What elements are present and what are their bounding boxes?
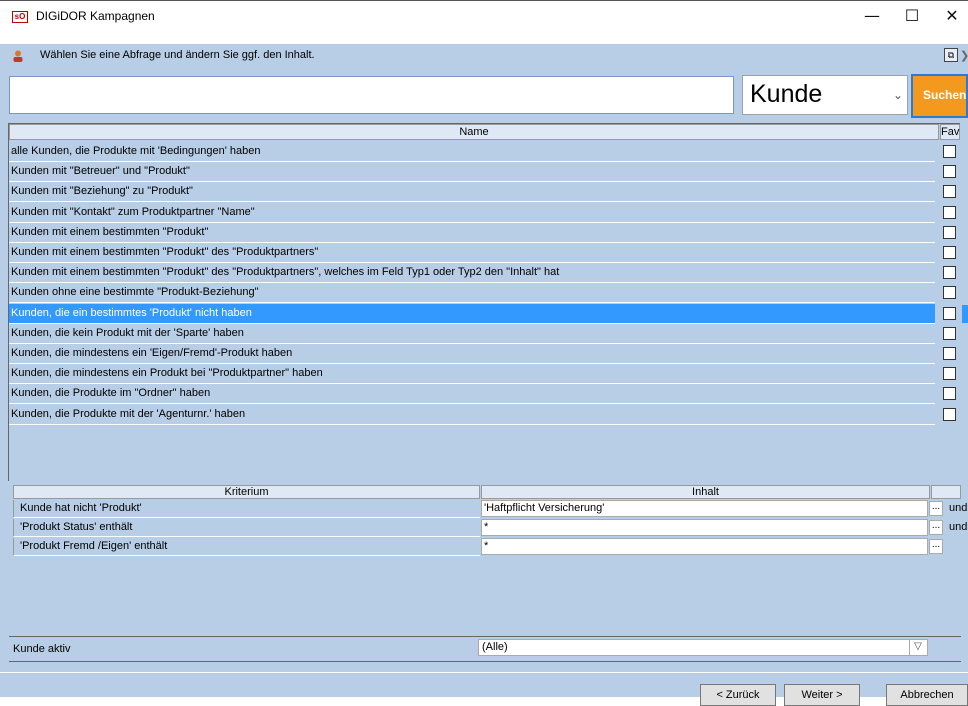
favorite-checkbox[interactable]: [943, 347, 956, 360]
window-title: DIGiDOR Kampagnen: [36, 9, 155, 23]
cancel-button[interactable]: Abbrechen: [886, 684, 968, 706]
favorite-checkbox[interactable]: [943, 408, 956, 421]
criterion-label: 'Produkt Fremd /Eigen' enthält: [13, 538, 480, 556]
chevron-down-icon[interactable]: ▽: [909, 640, 926, 655]
query-row[interactable]: alle Kunden, die Produkte mit 'Bedingung…: [9, 142, 935, 162]
close-button[interactable]: ✕: [932, 4, 968, 28]
criterion-value-input[interactable]: 'Haftpflicht Versicherung': [481, 500, 928, 517]
favorite-checkbox[interactable]: [943, 327, 956, 340]
filter-label: Kunde aktiv: [13, 643, 71, 655]
favorite-checkbox[interactable]: [943, 246, 956, 259]
user-icon: [12, 50, 24, 62]
favorite-checkbox[interactable]: [943, 286, 956, 299]
browse-button[interactable]: ...: [929, 539, 943, 554]
copy-icon[interactable]: ⧉: [944, 48, 958, 62]
query-row[interactable]: Kunden, die ein bestimmtes 'Produkt' nic…: [9, 304, 935, 324]
favorite-checkbox[interactable]: [943, 307, 956, 320]
query-row[interactable]: Kunden, die Produkte mit der 'Agenturnr.…: [9, 405, 935, 425]
chevron-down-icon[interactable]: ⌄: [893, 88, 903, 102]
column-header-kriterium[interactable]: Kriterium: [13, 485, 480, 499]
search-button[interactable]: Suchen: [911, 74, 968, 118]
collapse-icon[interactable]: ❯: [960, 49, 968, 62]
search-input[interactable]: [9, 76, 734, 114]
query-row[interactable]: Kunden, die kein Produkt mit der 'Sparte…: [9, 324, 935, 344]
favorite-checkbox[interactable]: [943, 206, 956, 219]
criterion-value-input[interactable]: *: [481, 538, 928, 555]
favorite-checkbox[interactable]: [943, 185, 956, 198]
query-row[interactable]: Kunden ohne eine bestimmte "Produkt-Bezi…: [9, 283, 935, 303]
query-row[interactable]: Kunden, die mindestens ein 'Eigen/Fremd'…: [9, 344, 935, 364]
criterion-label: Kunde hat nicht 'Produkt': [13, 500, 480, 518]
favorite-checkbox[interactable]: [943, 145, 956, 158]
filter-select[interactable]: (Alle): [478, 639, 928, 656]
footer-divider: [0, 672, 968, 673]
criterion-label: 'Produkt Status' enthält: [13, 519, 480, 537]
back-button[interactable]: < Zurück: [700, 684, 776, 706]
entity-select-value: Kunde: [750, 80, 823, 108]
query-row[interactable]: Kunden mit "Beziehung" zu "Produkt": [9, 182, 935, 202]
criterion-value-input[interactable]: *: [481, 519, 928, 536]
minimize-button[interactable]: —: [852, 4, 892, 28]
column-header-fav[interactable]: Fav: [940, 124, 960, 140]
browse-button[interactable]: ...: [929, 501, 943, 516]
conjunction-label: und: [949, 502, 968, 514]
favorite-checkbox[interactable]: [943, 387, 956, 400]
next-button[interactable]: Weiter >: [784, 684, 860, 706]
favorite-checkbox[interactable]: [943, 165, 956, 178]
column-header-inhalt[interactable]: Inhalt: [481, 485, 930, 499]
column-header-name[interactable]: Name: [9, 124, 939, 140]
browse-button[interactable]: ...: [929, 520, 943, 535]
query-row[interactable]: Kunden mit einem bestimmten "Produkt": [9, 223, 935, 243]
column-header-extra: [931, 485, 961, 499]
favorite-checkbox[interactable]: [943, 266, 956, 279]
conjunction-label: und: [949, 521, 968, 533]
selection-edge: [962, 305, 968, 323]
query-row[interactable]: Kunden, die mindestens ein Produkt bei "…: [9, 364, 935, 384]
query-row[interactable]: Kunden mit "Kontakt" zum Produktpartner …: [9, 203, 935, 223]
query-row[interactable]: Kunden mit einem bestimmten "Produkt" de…: [9, 243, 935, 263]
query-row[interactable]: Kunden mit einem bestimmten "Produkt" de…: [9, 263, 935, 283]
query-row[interactable]: Kunden mit "Betreuer" und "Produkt": [9, 162, 935, 182]
app-logo-icon: sO: [12, 11, 28, 23]
query-row[interactable]: Kunden, die Produkte im "Ordner" haben: [9, 384, 935, 404]
info-text: Wählen Sie eine Abfrage und ändern Sie g…: [40, 49, 315, 61]
favorite-checkbox[interactable]: [943, 226, 956, 239]
favorite-checkbox[interactable]: [943, 367, 956, 380]
maximize-button[interactable]: ☐: [892, 4, 932, 28]
